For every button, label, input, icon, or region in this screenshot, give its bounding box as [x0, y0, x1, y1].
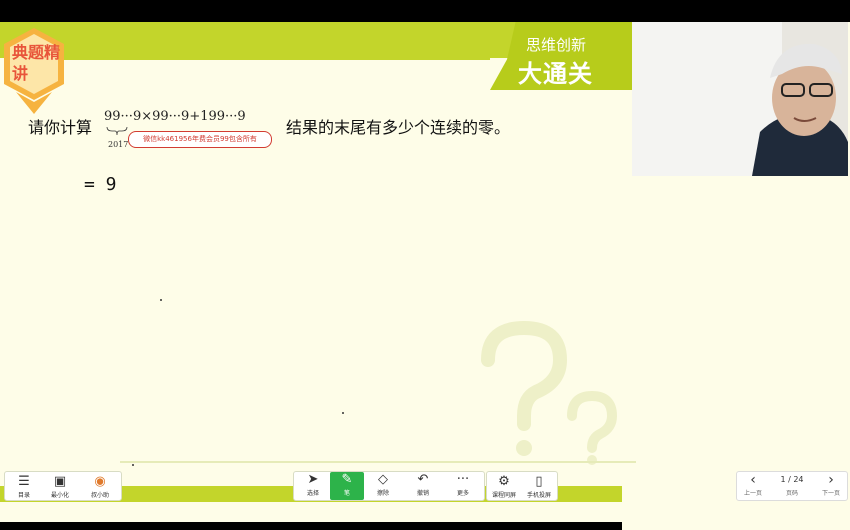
brand-title: 大通关	[518, 60, 593, 88]
brand-subtitle: 思维创新	[526, 36, 587, 54]
more-button[interactable]: ··· 更多	[446, 472, 480, 500]
prev-page-button[interactable]: ‹ 上一页	[737, 472, 769, 497]
more-label: 更多	[456, 490, 469, 497]
assistant-icon: ◉	[94, 474, 106, 489]
assistant-label: 叔小助	[90, 492, 109, 499]
ink-dot	[132, 464, 134, 466]
pager: ‹ 上一页 1 / 24 页码 › 下一页	[736, 471, 848, 501]
minimize-label: 最小化	[50, 492, 69, 499]
menu-icon: ☰	[18, 474, 30, 489]
question-mark-decoration-icon	[481, 320, 618, 465]
eraser-label: 擦除	[376, 490, 389, 497]
undo-icon: ↶	[417, 472, 429, 487]
cursor-icon: ➤	[307, 472, 319, 487]
select-label: 选择	[306, 490, 319, 497]
chevron-right-icon: ›	[828, 472, 834, 488]
sync-screen-button[interactable]: ⚙ 课程同屏	[487, 474, 521, 499]
minimize-button[interactable]: ▣ 最小化	[43, 474, 77, 499]
bottom-black-bar	[0, 522, 622, 530]
ink-dot	[342, 412, 344, 414]
minimize-icon: ▣	[53, 474, 67, 489]
pen-icon: ✎	[341, 472, 353, 487]
page-indicator: 1 / 24	[780, 475, 804, 484]
sync-label: 课程同屏	[491, 492, 516, 499]
select-button[interactable]: ➤ 选择	[296, 472, 330, 500]
ink-dot	[160, 299, 162, 301]
handwritten-work: = 9	[84, 174, 117, 195]
chevron-left-icon: ‹	[750, 472, 756, 488]
page-indicator-button[interactable]: 1 / 24 页码	[773, 472, 811, 497]
assistant-button[interactable]: ◉ 叔小助	[83, 474, 117, 499]
toolbar-left-group: ☰ 目录 ▣ 最小化 ◉ 叔小助	[4, 471, 122, 501]
digit-count-subscript: 2017	[108, 140, 129, 149]
webcam-feed	[632, 22, 848, 176]
badge-label: 典题精讲	[12, 43, 61, 83]
undo-button[interactable]: ↶ 撤销	[406, 472, 440, 500]
slide-baseline	[120, 461, 636, 463]
pen-button[interactable]: ✎ 笔	[330, 472, 364, 500]
menu-button[interactable]: ☰ 目录	[7, 474, 41, 499]
question-suffix: 结果的末尾有多少个连续的零。	[286, 118, 511, 137]
header-underline	[60, 58, 490, 60]
next-page-button[interactable]: › 下一页	[815, 472, 847, 497]
underbrace-icon	[106, 126, 128, 136]
sync-icon: ⚙	[498, 474, 510, 489]
prev-page-label: 上一页	[743, 490, 762, 497]
pen-label: 笔	[343, 490, 350, 497]
menu-label: 目录	[17, 492, 30, 499]
toolbar-right-group: ⚙ 课程同屏 ▯ 手机投屏	[486, 471, 558, 501]
toolbar-center-group: ➤ 选择 ✎ 笔 ◇ 擦除 ↶ 撤销 ··· 更多	[293, 471, 485, 501]
eraser-icon: ◇	[378, 472, 388, 487]
undo-label: 撤销	[416, 490, 429, 497]
eraser-button[interactable]: ◇ 擦除	[366, 472, 400, 500]
top-black-bar	[0, 0, 850, 22]
question-expression: 99···9×99···9+199···9	[104, 109, 246, 124]
next-page-label: 下一页	[821, 490, 840, 497]
watermark-stamp: 微信kk461956年费会员99包含所有	[128, 131, 272, 148]
phone-cast-button[interactable]: ▯ 手机投屏	[522, 474, 556, 499]
phone-icon: ▯	[535, 474, 543, 489]
page-label: 页码	[785, 490, 798, 497]
more-icon: ···	[456, 472, 470, 487]
phone-label: 手机投屏	[526, 492, 551, 499]
question-prefix: 请你计算	[28, 118, 93, 137]
